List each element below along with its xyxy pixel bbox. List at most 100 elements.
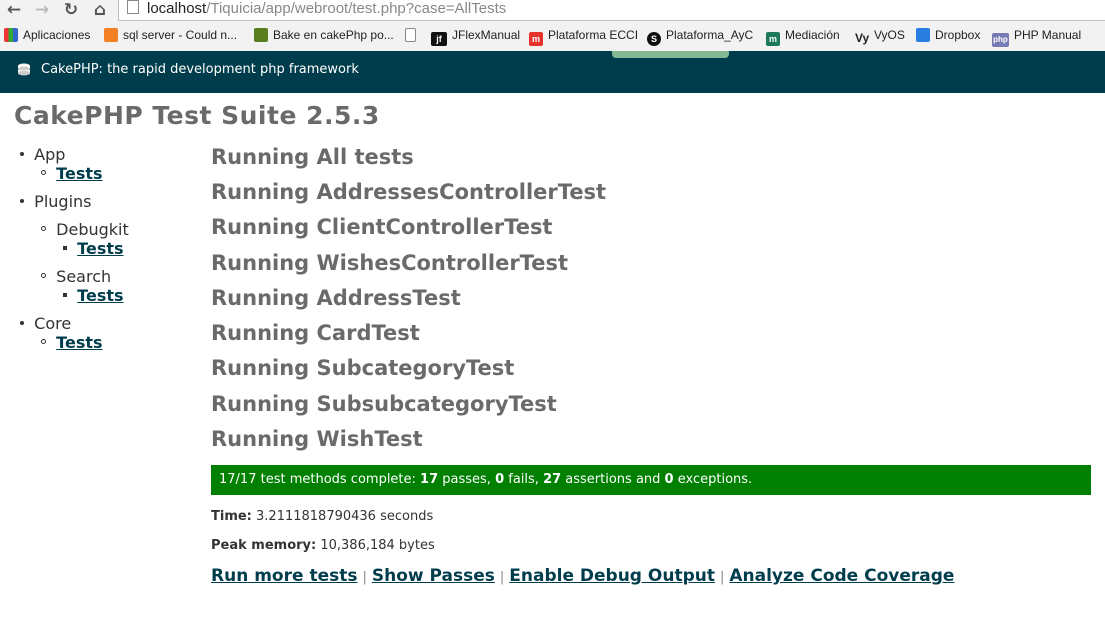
menu-item-app: App — [20, 145, 65, 164]
bookmark-mediacion[interactable]: m Mediación — [766, 28, 840, 46]
fails-label: fails, — [504, 472, 544, 487]
address-bar[interactable]: localhost/Tiquicia/app/webroot/test.php?… — [118, 0, 1105, 21]
menu-label-app: App — [34, 145, 66, 164]
time-stat: Time: 3.2111818790436 seconds — [211, 509, 433, 524]
bookmark-label: JFlexManual — [452, 28, 521, 42]
back-arrow-icon[interactable]: ← — [2, 1, 26, 21]
menu-subitem-debugkit-tests: Tests — [63, 239, 124, 258]
menu-label-search: Search — [56, 267, 112, 286]
home-icon[interactable]: ⌂ — [88, 1, 112, 21]
passes-label: passes, — [438, 472, 496, 487]
bookmark-jflexmanual[interactable]: jf JFlexManual — [431, 28, 520, 46]
run-more-tests-link[interactable]: Run more tests — [211, 566, 357, 586]
bookmark-blank-page[interactable] — [405, 28, 421, 43]
bookmark-vyos[interactable]: Vy VyOS — [855, 28, 905, 45]
app-tests-link[interactable]: Tests — [56, 164, 102, 183]
running-heading: Running ClientControllerTest — [211, 215, 553, 239]
menu-label-debugkit: Debugkit — [56, 220, 129, 239]
link-separator: | — [719, 570, 725, 585]
memory-stat: Peak memory: 10,386,184 bytes — [211, 538, 435, 553]
menu-subitem-core-tests: Tests — [41, 333, 103, 352]
bookmark-label: VyOS — [874, 28, 905, 42]
running-heading: Running AddressesControllerTest — [211, 180, 607, 204]
bookmark-label: PHP Manual — [1014, 28, 1082, 42]
php-icon: php — [992, 33, 1009, 47]
bookmark-label: Mediación — [785, 28, 840, 42]
forward-arrow-icon[interactable]: → — [30, 1, 54, 21]
url-host: localhost — [147, 0, 207, 17]
circle-bullet-icon — [41, 226, 46, 231]
menu-subitem-search-tests: Tests — [63, 286, 124, 305]
menu-item-debugkit: Debugkit — [41, 220, 129, 239]
page-title: CakePHP Test Suite 2.5.3 — [14, 101, 380, 130]
menu-item-plugins: Plugins — [20, 192, 91, 211]
result-prefix: 17/17 test methods complete: — [219, 472, 421, 487]
menu-label-core: Core — [34, 314, 72, 333]
link-separator: | — [362, 570, 367, 585]
bookmark-php-manual[interactable]: php PHP Manual — [992, 28, 1081, 47]
running-heading: Running AddressTest — [211, 286, 461, 310]
assertions-count: 27 — [543, 472, 562, 487]
running-heading: Running CardTest — [211, 321, 420, 345]
bullet-icon — [20, 199, 24, 203]
square-bullet-icon — [63, 293, 67, 297]
link-separator: | — [499, 570, 505, 585]
menu-subitem-app-tests: Tests — [41, 164, 103, 183]
core-tests-link[interactable]: Tests — [56, 333, 102, 352]
bookmark-bake-cakephp[interactable]: Bake en cakePhp po... — [254, 28, 394, 43]
bullet-icon — [20, 152, 24, 156]
debugkit-tests-link[interactable]: Tests — [77, 239, 123, 258]
circle-bullet-icon — [41, 170, 46, 175]
reload-icon[interactable]: ↻ — [59, 1, 83, 21]
bookmark-plataforma-ayc[interactable]: S Plataforma_AyC — [647, 28, 753, 46]
exceptions-count: 0 — [664, 472, 674, 487]
circle-bullet-icon — [41, 339, 46, 344]
moodle-m-icon: m — [766, 32, 780, 46]
cake-icon — [254, 28, 268, 42]
search-tests-link[interactable]: Tests — [77, 286, 123, 305]
apps-grid-icon — [4, 28, 18, 42]
header-title[interactable]: CakePHP: the rapid development php frame… — [41, 62, 359, 78]
bookmark-label: Aplicaciones — [23, 28, 91, 42]
bookmark-label: Bake en cakePhp po... — [273, 28, 394, 42]
running-heading: Running All tests — [211, 145, 414, 169]
exceptions-label: exceptions. — [673, 472, 753, 487]
url-path: /Tiquicia/app/webroot/test.php?case=AllT… — [206, 0, 507, 17]
footer-links: Run more tests | Show Passes | Enable Debug … — [211, 565, 954, 589]
running-heading: Running SubcategoryTest — [211, 356, 515, 380]
moodle-icon: m — [529, 32, 543, 46]
memory-label: Peak memory: — [211, 538, 317, 553]
circle-bullet-icon — [41, 273, 46, 278]
analyze-code-coverage-link[interactable]: Analyze Code Coverage — [729, 566, 954, 586]
assertions-label: assertions and — [561, 472, 665, 487]
bookmark-label: sql server - Could n... — [123, 28, 238, 42]
enable-debug-output-link[interactable]: Enable Debug Output — [509, 566, 715, 586]
page-icon — [405, 28, 416, 42]
time-value: 3.2111818790436 seconds — [251, 509, 434, 524]
bookmark-plataforma-ecci[interactable]: m Plataforma ECCI — [529, 28, 638, 46]
header-tab-hint — [612, 51, 729, 58]
bookmark-label: Plataforma ECCI — [548, 28, 639, 42]
bookmark-dropbox[interactable]: Dropbox — [916, 28, 980, 43]
cakephp-header: CakePHP: the rapid development php frame… — [0, 51, 1105, 93]
fails-count: 0 — [495, 472, 505, 487]
bookmark-sql-server[interactable]: sql server - Could n... — [104, 28, 237, 43]
running-heading: Running WishTest — [211, 427, 423, 451]
menu-item-core: Core — [20, 314, 71, 333]
show-passes-link[interactable]: Show Passes — [372, 566, 495, 586]
jflex-icon: jf — [431, 32, 447, 46]
test-result-bar: 17/17 test methods complete: 17 passes, … — [211, 465, 1091, 495]
bookmark-label: Plataforma_AyC — [666, 28, 754, 42]
bullet-icon — [20, 321, 24, 325]
running-heading: Running SubsubcategoryTest — [211, 392, 557, 416]
page-icon — [127, 0, 139, 14]
square-bullet-icon — [63, 246, 67, 250]
menu-item-search: Search — [41, 267, 111, 286]
bookmark-aplicaciones[interactable]: Aplicaciones — [4, 28, 90, 43]
stackoverflow-icon — [104, 28, 118, 42]
dropbox-icon — [916, 28, 930, 42]
bookmark-label: Dropbox — [935, 28, 981, 42]
time-label: Time: — [211, 509, 252, 524]
vyos-icon: Vy — [855, 31, 870, 45]
bookmarks-bar: Aplicaciones sql server - Could n... Bak… — [0, 22, 1105, 52]
